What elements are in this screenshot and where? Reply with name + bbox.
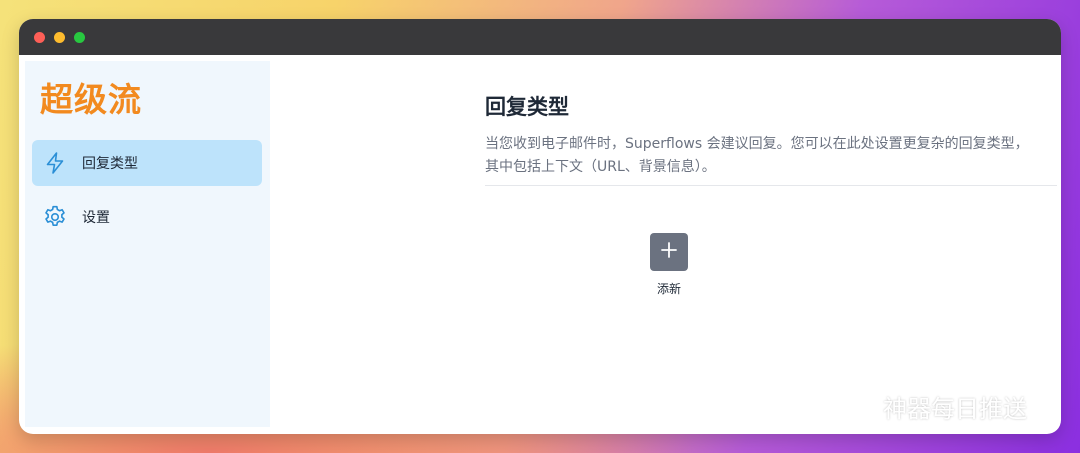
add-reply-type: 添新 [629,233,709,297]
wechat-icon [835,388,875,424]
app-window: 超级流 回复类型 设置 回复类型 当您收到电子邮件时，Superflows 会建… [19,19,1061,434]
sidebar: 超级流 回复类型 设置 [25,61,270,427]
main-content: 回复类型 当您收到电子邮件时，Superflows 会建议回复。您可以在此处设置… [485,91,1057,186]
page-description: 当您收到电子邮件时，Superflows 会建议回复。您可以在此处设置更复杂的回… [485,136,1029,175]
add-button-label: 添新 [656,282,681,296]
sidebar-item-reply-types[interactable]: 回复类型 [32,140,262,186]
section-divider [485,185,1057,186]
brand-logo: 超级流 [40,80,142,119]
sidebar-item-settings[interactable]: 设置 [32,194,262,240]
lightning-icon [42,150,68,176]
gear-icon [42,204,68,230]
page-title: 回复类型 [485,95,569,119]
close-window-button[interactable] [34,32,45,43]
minimize-window-button[interactable] [54,32,65,43]
sidebar-item-label: 回复类型 [82,156,138,172]
plus-icon [660,241,678,263]
watermark: 神器每日推送 [835,388,1027,424]
sidebar-item-label: 设置 [82,210,110,226]
watermark-text: 神器每日推送 [883,394,1027,423]
maximize-window-button[interactable] [74,32,85,43]
window-titlebar [19,19,1061,55]
add-button[interactable] [650,233,688,271]
